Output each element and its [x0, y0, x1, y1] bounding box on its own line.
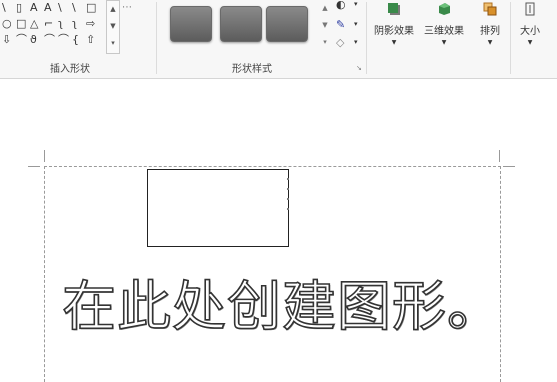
shape-option[interactable]: ϑ [30, 34, 37, 46]
shape-option[interactable]: ʅ [58, 18, 63, 30]
shape-option[interactable]: ʅ [72, 18, 77, 30]
shape-option[interactable]: \ [72, 2, 76, 14]
shape-option[interactable]: ○ [2, 18, 12, 30]
shape-option[interactable]: ⇩ [2, 34, 11, 46]
shape-option[interactable]: A [44, 2, 52, 14]
edit-points-icon[interactable]: ⋯ [122, 2, 132, 13]
shape-styles-group-label: 形状样式 [232, 64, 272, 75]
size-button[interactable]: 大小 ▼ [513, 0, 547, 62]
crop-mark [499, 150, 500, 162]
shape-option[interactable]: \ [58, 2, 62, 14]
change-shape-dropdown-icon[interactable]: ▾ [354, 38, 358, 46]
scroll-down-icon[interactable]: ▼ [107, 18, 119, 35]
selection-handles[interactable] [287, 178, 289, 218]
shadow-effects-button[interactable]: 阴影效果 ▼ [371, 0, 417, 62]
group-divider [510, 2, 511, 74]
arrange-icon [483, 2, 497, 16]
shape-option[interactable]: □ [16, 18, 26, 30]
change-shape-icon[interactable]: ◇ [336, 36, 344, 49]
shape-option[interactable]: △ [30, 18, 38, 30]
more-icon[interactable]: ▾ [107, 35, 119, 52]
crop-mark [503, 166, 515, 167]
shape-outline-dropdown-icon[interactable]: ▾ [354, 20, 358, 28]
shape-styles-scroll[interactable]: ▲ ▼ ▾ [320, 0, 330, 52]
dialog-launcher-icon[interactable]: ↘ [356, 64, 362, 72]
scroll-up-icon[interactable]: ▲ [107, 1, 119, 18]
shape-option[interactable]: ▯ [16, 2, 22, 14]
crop-mark [28, 166, 40, 167]
shape-option[interactable]: ⌒ [16, 34, 27, 46]
arrange-button[interactable]: 排列 ▼ [472, 0, 508, 62]
shapes-gallery[interactable]: \ ▯ A A \ \ □ ○ □ △ ⌐ ʅ ʅ ⇨ ⇩ ⌒ ϑ ⌒ ⌒{⇧ [0, 0, 105, 52]
shape-format-buttons: ◐ ▾ ✎ ▾ ◇ ▾ [334, 0, 364, 56]
shape-text-box[interactable] [147, 169, 289, 247]
ribbon: \ ▯ A A \ \ □ ○ □ △ ⌐ ʅ ʅ ⇨ ⇩ ⌒ ϑ ⌒ ⌒{⇧ ▲ ▼ ▾ ⋯ 插入形状 ▲ ▼ ▾… [0, 0, 557, 79]
size-label: 大小 [520, 26, 540, 37]
shape-option[interactable]: ⌒ [58, 34, 69, 46]
size-icon [525, 2, 535, 16]
crop-mark [44, 150, 45, 162]
scroll-down-icon[interactable]: ▼ [320, 17, 330, 34]
chevron-down-icon: ▼ [441, 39, 447, 46]
chevron-down-icon: ▼ [487, 39, 493, 46]
shape-option[interactable]: \ [2, 2, 6, 14]
3d-effects-label: 三维效果 [424, 26, 464, 37]
chevron-down-icon: ▼ [527, 39, 533, 46]
shape-option[interactable]: ⌒ [44, 34, 55, 46]
shape-option[interactable]: ⇧ [86, 34, 95, 46]
group-divider [156, 2, 157, 74]
shape-outline-icon[interactable]: ✎ [336, 18, 345, 31]
insert-shapes-group-label: 插入形状 [50, 64, 90, 75]
shadow-effect-icon [388, 3, 400, 15]
shape-style-swatch-2[interactable] [220, 6, 262, 42]
more-icon[interactable]: ▾ [320, 34, 330, 51]
shape-style-swatch-3[interactable] [266, 6, 308, 42]
3d-effect-icon [439, 3, 450, 15]
shape-fill-dropdown-icon[interactable]: ▾ [354, 0, 358, 8]
shape-style-swatch-1[interactable] [170, 6, 212, 42]
3d-effects-button[interactable]: 三维效果 ▼ [420, 0, 468, 62]
scroll-up-icon[interactable]: ▲ [320, 0, 330, 17]
shape-fill-icon[interactable]: ◐ [336, 0, 346, 11]
shape-option[interactable]: ⌐ [44, 18, 53, 30]
shape-option[interactable]: A [30, 2, 38, 14]
shape-option[interactable]: ⇨ [86, 18, 95, 30]
shadow-effects-label: 阴影效果 [374, 26, 414, 37]
shapes-gallery-scroll[interactable]: ▲ ▼ ▾ [106, 0, 120, 54]
arrange-label: 排列 [480, 26, 500, 37]
group-divider [366, 2, 367, 74]
document-heading[interactable]: 在此处创建图形。 [61, 262, 502, 341]
shape-option[interactable]: □ [86, 2, 96, 14]
chevron-down-icon: ▼ [391, 39, 397, 46]
shape-option[interactable]: { [72, 34, 79, 46]
